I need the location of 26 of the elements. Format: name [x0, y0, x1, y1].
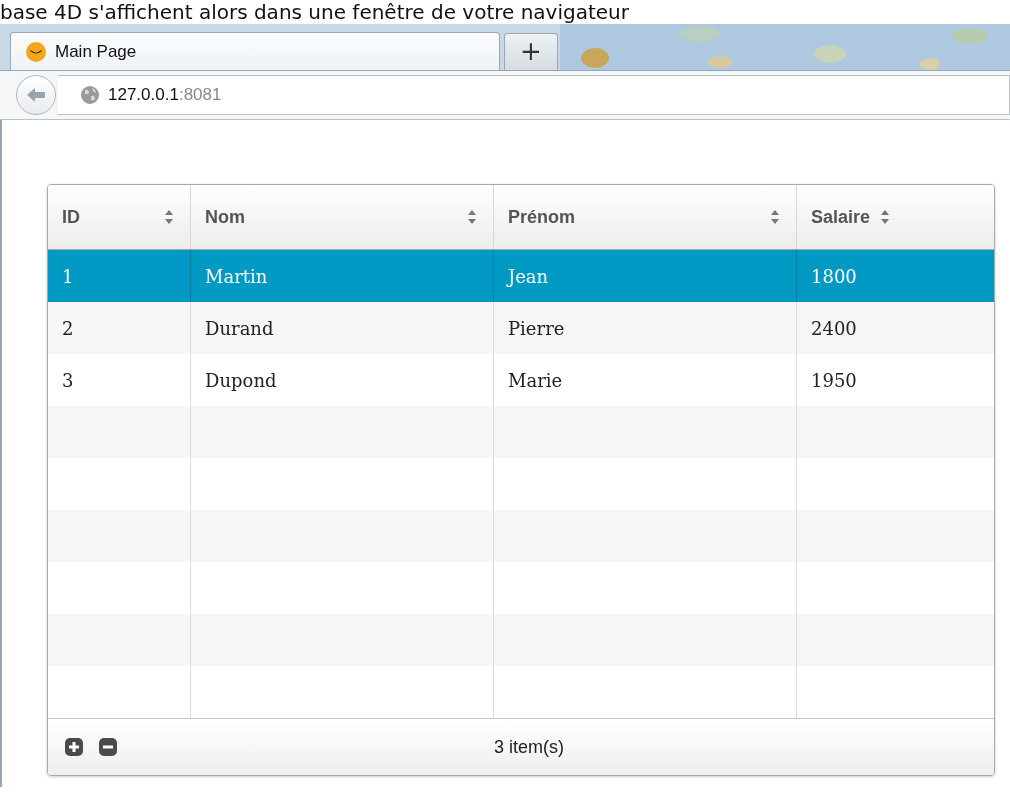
sort-icon [164, 209, 174, 225]
sort-icon [880, 209, 891, 225]
table-cell-text: 2400 [810, 316, 858, 341]
add-icon[interactable] [64, 737, 84, 757]
column-header[interactable]: Nom [191, 185, 494, 249]
column-header[interactable]: Salaire [797, 185, 994, 249]
back-button[interactable] [16, 75, 56, 115]
column-header[interactable]: ID [48, 185, 191, 249]
table-row[interactable]: 2 Durand Pierre 2400 [48, 302, 994, 354]
table-cell: Durand [191, 302, 494, 354]
table-cell: Pierre [494, 302, 797, 354]
table-cell-text: 1800 [810, 264, 858, 289]
back-arrow-icon [25, 86, 47, 104]
sort-icon [467, 209, 477, 225]
column-header[interactable]: Prénom [494, 185, 797, 249]
remove-icon[interactable] [98, 737, 118, 757]
table-cell: 2 [48, 302, 191, 354]
item-count: 3 item(s) [493, 736, 565, 758]
globe-icon [80, 85, 100, 105]
caption-text: base 4D s'affichent alors dans une fenêtre de votre navigateur [0, 0, 630, 24]
new-tab-button[interactable]: + [504, 33, 558, 70]
address-bar[interactable]: 127.0.0.1:8081 [58, 75, 1010, 115]
table-cell-text: 1950 [810, 368, 858, 393]
sort-icon [770, 209, 780, 225]
browser-tab[interactable]: Main Page [10, 32, 500, 70]
site-logo-icon [25, 40, 47, 63]
